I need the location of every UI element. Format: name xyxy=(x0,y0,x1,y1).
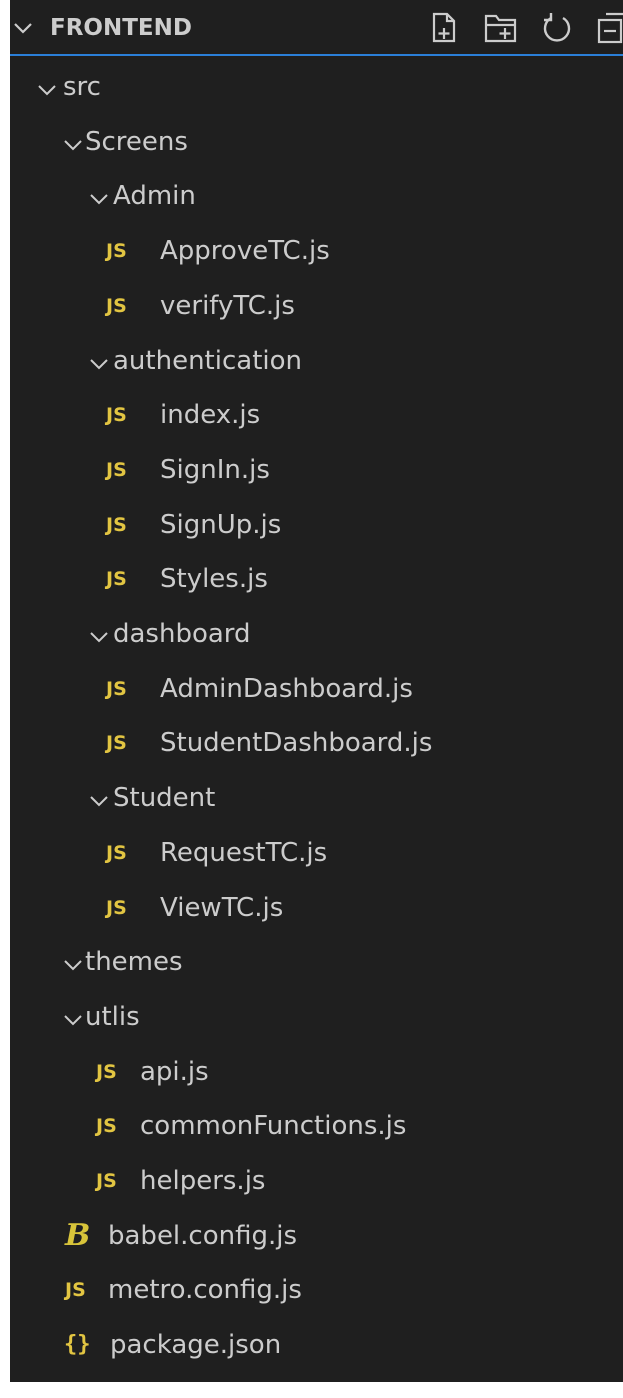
tree-file[interactable]: JS commonFunctions.js xyxy=(10,1098,623,1154)
tree-item-label: metro.config.js xyxy=(108,1275,302,1306)
tree-folder[interactable]: utlis xyxy=(10,989,623,1045)
new-folder-icon xyxy=(484,14,517,43)
javascript-file-icon: JS xyxy=(96,1167,126,1195)
tree-file[interactable]: Bbabel.config.js xyxy=(10,1208,623,1264)
tree-item-label: RequestTC.js xyxy=(160,837,328,868)
tree-file[interactable]: {} package.json xyxy=(10,1317,623,1373)
tree-item-label: babel.config.js xyxy=(108,1220,298,1251)
javascript-file-icon: JS xyxy=(106,729,136,757)
js-badge: JS xyxy=(96,1115,117,1138)
js-badge: JS xyxy=(106,568,127,591)
tree-file[interactable]: JS SignUp.js xyxy=(10,497,623,553)
js-badge: JS xyxy=(106,240,127,263)
tree-item-label: Student xyxy=(113,783,216,814)
js-badge: JS xyxy=(106,841,127,864)
tree-file[interactable]: JS api.js xyxy=(10,1044,623,1100)
tree-item-label: src xyxy=(63,72,101,102)
tree-file[interactable]: JS ViewTC.js xyxy=(10,880,623,936)
tree-folder[interactable]: Student xyxy=(10,770,623,826)
tree-folder[interactable]: Screens xyxy=(10,114,623,170)
js-badge: JS xyxy=(106,513,127,536)
javascript-file-icon: JS xyxy=(65,1276,95,1304)
new-folder-button[interactable] xyxy=(480,9,522,47)
tree-folder[interactable]: themes xyxy=(10,934,623,990)
new-file-button[interactable] xyxy=(424,9,466,47)
json-badge: {} xyxy=(64,1332,91,1358)
collapse-all-icon xyxy=(597,12,623,44)
new-file-icon xyxy=(432,12,456,43)
tree-file[interactable]: JS SignIn.js xyxy=(10,442,623,498)
js-badge: JS xyxy=(65,1279,86,1302)
explorer-panel: FRONTEND src Screens Admin JS ApproveTC.… xyxy=(10,0,623,1382)
tree-folder[interactable]: Admin xyxy=(10,168,623,224)
javascript-file-icon: JS xyxy=(106,839,136,867)
tree-item-label: dashboard xyxy=(113,619,251,649)
tree-item-label: api.js xyxy=(140,1056,209,1087)
js-badge: JS xyxy=(106,896,127,919)
tree-file[interactable]: JS index.js xyxy=(10,387,623,443)
tree-file[interactable]: JS metro.config.js xyxy=(10,1262,623,1318)
tree-file[interactable]: JS verifyTC.js xyxy=(10,278,623,334)
tree-item-label: helpers.js xyxy=(140,1166,266,1196)
collapse-all-button[interactable] xyxy=(592,9,623,47)
tree-folder[interactable]: authentication xyxy=(10,333,623,389)
tree-item-label: SignUp.js xyxy=(160,509,282,540)
tree-item-label: commonFunctions.js xyxy=(140,1111,407,1142)
javascript-file-icon: JS xyxy=(106,456,136,484)
javascript-file-icon: JS xyxy=(96,1058,126,1086)
tree-item-label: Styles.js xyxy=(160,564,268,595)
tree-file[interactable]: JS helpers.js xyxy=(10,1153,623,1209)
javascript-file-icon: JS xyxy=(106,511,136,539)
js-badge: JS xyxy=(96,1060,117,1083)
tree-file[interactable]: JS Styles.js xyxy=(10,551,623,607)
tree-item-label: StudentDashboard.js xyxy=(160,728,433,759)
javascript-file-icon: JS xyxy=(106,292,136,320)
tree-item-label: authentication xyxy=(113,345,303,376)
tree-item-label: package.json xyxy=(110,1330,282,1361)
refresh-button[interactable] xyxy=(536,9,578,47)
javascript-file-icon: JS xyxy=(106,401,136,429)
chevron-down-icon xyxy=(36,76,66,104)
babel-badge: B xyxy=(65,1217,91,1253)
tree-file[interactable]: JS StudentDashboard.js xyxy=(10,715,623,771)
tree-item-label: ViewTC.js xyxy=(160,892,284,923)
explorer-actions xyxy=(424,8,623,48)
tree-item-label: themes xyxy=(85,947,183,978)
tree-item-label: verifyTC.js xyxy=(160,290,295,321)
babel-icon: B xyxy=(65,1217,95,1253)
tree-folder[interactable]: dashboard xyxy=(10,606,623,662)
tree-item-label: ApproveTC.js xyxy=(160,236,330,267)
tree-item-label: AdminDashboard.js xyxy=(160,673,413,704)
tree-item-label: index.js xyxy=(160,400,261,431)
js-badge: JS xyxy=(96,1170,117,1192)
tree-file[interactable]: JS RequestTC.js xyxy=(10,825,623,881)
javascript-file-icon: JS xyxy=(96,1112,126,1140)
refresh-icon xyxy=(543,13,571,42)
tree-item-label: SignIn.js xyxy=(160,454,270,485)
section-title: FRONTEND xyxy=(50,15,192,41)
tree-item-label: Admin xyxy=(113,181,196,212)
js-badge: JS xyxy=(106,458,127,481)
tree-file[interactable]: JS ApproveTC.js xyxy=(10,223,623,279)
javascript-file-icon: JS xyxy=(106,565,136,593)
javascript-file-icon: JS xyxy=(106,237,136,265)
tree-item-label: Screens xyxy=(85,126,188,157)
tree-item-label: utlis xyxy=(85,1001,140,1032)
tree-folder[interactable]: src xyxy=(10,59,623,115)
json-file-icon: {} xyxy=(64,1331,94,1359)
javascript-file-icon: JS xyxy=(106,675,136,703)
javascript-file-icon: JS xyxy=(106,894,136,922)
js-badge: JS xyxy=(106,732,127,755)
js-badge: JS xyxy=(106,404,127,427)
js-badge: JS xyxy=(106,294,127,317)
chevron-down-icon[interactable] xyxy=(12,17,34,39)
explorer-section-header[interactable]: FRONTEND xyxy=(10,0,623,56)
tree-file[interactable]: JS AdminDashboard.js xyxy=(10,661,623,717)
js-badge: JS xyxy=(106,677,127,700)
